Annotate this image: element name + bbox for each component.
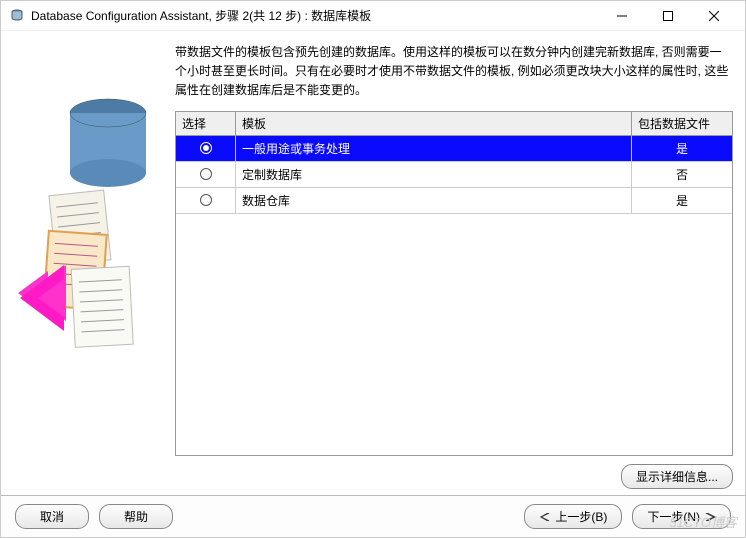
table-body: 一般用途或事务处理 是 定制数据库 否 数据仓库 是 bbox=[176, 136, 732, 455]
radio-icon[interactable] bbox=[200, 168, 212, 180]
wizard-graphic bbox=[13, 43, 163, 495]
template-name: 数据仓库 bbox=[236, 188, 632, 213]
template-name: 定制数据库 bbox=[236, 162, 632, 187]
titlebar: Database Configuration Assistant, 步骤 2(共… bbox=[1, 1, 745, 31]
table-row[interactable]: 定制数据库 否 bbox=[176, 162, 732, 188]
template-name: 一般用途或事务处理 bbox=[236, 136, 632, 161]
help-button[interactable]: 帮助 bbox=[99, 504, 173, 529]
radio-icon[interactable] bbox=[200, 194, 212, 206]
col-header-includes: 包括数据文件 bbox=[632, 112, 732, 135]
table-header: 选择 模板 包括数据文件 bbox=[176, 112, 732, 136]
template-includes: 否 bbox=[632, 162, 732, 187]
show-details-button[interactable]: 显示详细信息... bbox=[621, 464, 733, 489]
wizard-footer: 取消 帮助 上一步(B) 下一步(N) bbox=[1, 495, 745, 537]
watermark: 51CTO博客 bbox=[669, 512, 737, 531]
step-description: 带数据文件的模板包含预先创建的数据库。使用这样的模板可以在数分钟内创建完新数据库… bbox=[175, 43, 733, 111]
minimize-button[interactable] bbox=[599, 1, 645, 31]
template-includes: 是 bbox=[632, 188, 732, 213]
maximize-button[interactable] bbox=[645, 1, 691, 31]
cancel-button[interactable]: 取消 bbox=[15, 504, 89, 529]
template-table: 选择 模板 包括数据文件 一般用途或事务处理 是 定制数据库 否 bbox=[175, 111, 733, 456]
back-button[interactable]: 上一步(B) bbox=[524, 504, 622, 529]
col-header-select: 选择 bbox=[176, 112, 236, 135]
window-title: Database Configuration Assistant, 步骤 2(共… bbox=[31, 7, 599, 24]
table-row[interactable]: 一般用途或事务处理 是 bbox=[176, 136, 732, 162]
table-row[interactable]: 数据仓库 是 bbox=[176, 188, 732, 214]
back-label: 上一步(B) bbox=[555, 508, 607, 525]
col-header-template: 模板 bbox=[236, 112, 632, 135]
close-button[interactable] bbox=[691, 1, 737, 31]
radio-icon[interactable] bbox=[200, 142, 212, 154]
template-includes: 是 bbox=[632, 136, 732, 161]
app-icon bbox=[9, 8, 25, 24]
chevron-left-icon bbox=[539, 513, 551, 521]
